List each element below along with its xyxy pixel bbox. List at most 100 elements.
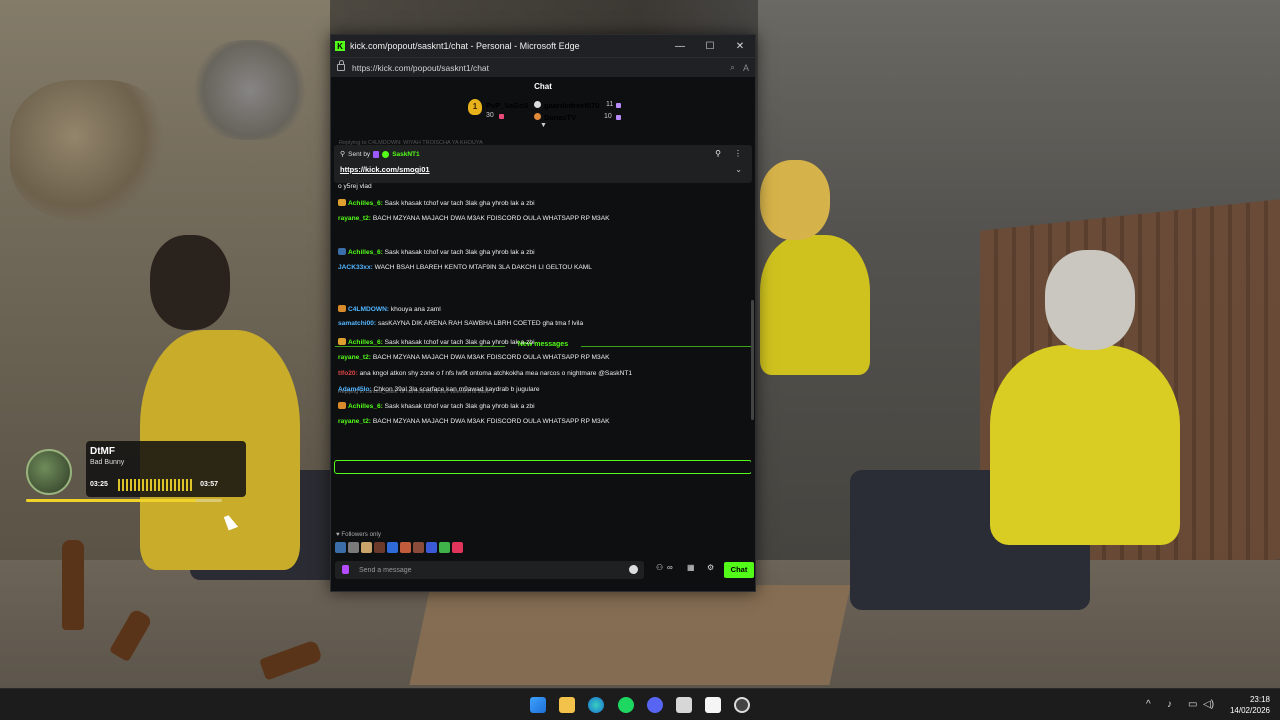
window-title: kick.com/popout/sasknt1/chat - Personal … [350,41,580,51]
edge-icon[interactable] [588,697,604,713]
chat-username[interactable]: Adam45lo: [338,386,372,393]
emote-icon[interactable] [361,542,372,553]
chat-message-text: Sask khasak tchof var tach 3lak gha yhro… [382,403,535,410]
chat-username[interactable]: rayane_t2: [338,418,371,425]
chat-message[interactable]: C4LMDOWN: khouya ana zaml [338,305,746,314]
chat-message[interactable]: o y5rej vlad [338,183,746,191]
chat-scrollbar[interactable] [751,300,754,420]
microphone-icon[interactable]: ♪ [1167,699,1172,710]
chat-message[interactable]: samatchi00: sasKAYNA DIK ARENA RAH SAWBH… [338,320,746,328]
chat-message[interactable]: Achilles_6: Sask khasak tchof var tach 3… [338,199,746,208]
emote-icon[interactable] [426,542,437,553]
minimize-button[interactable]: — [665,41,695,52]
chat-username[interactable]: Achilles_6: [348,249,383,256]
volume-icon[interactable]: ◁) [1203,699,1214,710]
settings-gear-icon[interactable]: ⚙ [707,563,714,572]
send-chat-button[interactable]: Chat [724,562,754,578]
emote-icon[interactable] [374,542,385,553]
chat-username[interactable]: samatchi00: [338,320,376,327]
chat-message[interactable]: Achilles_6: Sask khasak tchof var tach 3… [338,248,746,257]
pin-icon: ⚲ [340,151,346,158]
chat-message[interactable]: Adam45lo: Chkon 39al 3la scarface kan m9… [338,386,746,394]
network-icon[interactable]: ▭ [1188,699,1197,710]
spotify-icon[interactable] [618,697,634,713]
emote-icon[interactable] [335,542,346,553]
message-input[interactable] [359,561,619,579]
unpin-icon[interactable]: ⚲ [715,149,721,158]
emote-icon[interactable] [400,542,411,553]
chat-username[interactable]: Achilles_6: [348,403,383,410]
url-text[interactable]: https://kick.com/popout/sasknt1/chat [352,63,722,73]
album-art [26,449,72,495]
emote-icon[interactable] [413,542,424,553]
start-icon[interactable] [530,697,546,713]
chat-message[interactable]: tlfo20: ana kngol atkon shy zone o f nfs… [338,370,746,378]
lock-icon[interactable] [337,60,345,71]
chat-username[interactable]: Achilles_6: [348,200,383,207]
chat-message-text: BACH MZYANA MAJACH DWA M3AK FDISCORD OUL… [371,354,610,361]
gem-icon [616,103,621,108]
user-badge-icon [342,565,349,574]
gift-icon[interactable]: ▦ [687,563,695,572]
chat-message-text: WACH BSAH LBAREH KENTO MTAF9IN 3LA DAKCH… [372,264,592,271]
leaderboard-name[interactable]: PvP_VaGoS [486,101,529,110]
mention-highlight [334,460,751,474]
chat-username[interactable]: C4LMDOWN: [348,306,389,313]
chat-messages[interactable]: New messages Replying to Landos_wask: ta… [331,183,751,523]
file-explorer-icon[interactable] [559,697,575,713]
more-options-icon[interactable]: ⋮ [734,149,742,158]
maximize-button[interactable]: ☐ [695,41,725,52]
clip-icon[interactable]: ∞ [667,563,673,572]
badge-emote-icon [338,338,346,345]
read-aloud-icon[interactable]: A [743,63,749,73]
chat-message[interactable]: JACK33xx: WACH BSAH LBAREH KENTO MTAF9IN… [338,264,746,272]
chat-message-text: BACH MZYANA MAJACH DWA M3AK FDISCORD OUL… [371,215,610,222]
chat-message[interactable]: Achilles_6: Sask khasak tchof var tach 3… [338,338,746,347]
emote-icon[interactable] [387,542,398,553]
capcut-icon[interactable] [705,697,721,713]
raid-icon[interactable]: ⚇ [656,563,663,572]
leaderboard-name[interactable]: DanasTV [544,113,576,122]
message-composer[interactable] [335,561,644,579]
sent-by-label: Sent by [348,150,371,158]
chat-message-text: BACH MZYANA MAJACH DWA M3AK FDISCORD OUL… [371,418,610,425]
pinned-sender[interactable]: SaskNT1 [392,151,419,158]
store-icon[interactable] [676,697,692,713]
chat-username[interactable]: JACK33xx: [338,264,373,271]
chat-username[interactable]: rayane_t2: [338,354,371,361]
chat-message[interactable]: rayane_t2: BACH MZYANA MAJACH DWA M3AK F… [338,215,746,223]
leaderboard-name[interactable]: gaardedreef070 [544,101,599,110]
zoom-icon[interactable]: ⌕ [730,62,735,73]
app-icon[interactable] [734,697,750,713]
emote-icon[interactable] [348,542,359,553]
rank-badge-icon: 1 [468,99,482,115]
chat-message[interactable]: rayane_t2: BACH MZYANA MAJACH DWA M3AK F… [338,418,746,426]
chat-username[interactable]: rayane_t2: [338,215,371,222]
expand-pinned-chevron-icon[interactable]: ⌄ [735,165,742,174]
clock-date: 14/02/2026 [1229,706,1270,715]
chat-message-text: o y5rej vlad [338,183,372,190]
character-center [760,235,870,375]
title-bar[interactable]: K kick.com/popout/sasknt1/chat - Persona… [331,35,755,57]
expand-leaderboard-icon[interactable]: ▼ [540,122,547,129]
chat-message[interactable]: Achilles_6: Sask khasak tchof var tach 3… [338,402,746,411]
chat-message[interactable]: rayane_t2: BACH MZYANA MAJACH DWA M3AK F… [338,354,746,362]
chat-message-text: Chkon 39al 3la scarface kan m9awad kaydr… [371,386,540,393]
gift-leaderboard: 1 PvP_VaGoS 30 gaardedreef070 11 DanasTV… [331,97,755,131]
chat-username[interactable]: tlfo20: [338,370,358,377]
tray-overflow-chevron-icon[interactable]: ^ [1146,699,1151,710]
system-clock[interactable]: 23:18 14/02/2026 [1230,694,1270,716]
emote-icon[interactable] [452,542,463,553]
track-progress-bar[interactable] [26,499,222,502]
pinned-message[interactable]: ⚲ Sent by SaskNT1 https://kick.com/smogi… [334,145,752,183]
chat-username[interactable]: Achilles_6: [348,339,383,346]
address-bar[interactable]: https://kick.com/popout/sasknt1/chat ⌕ A [331,57,755,77]
emoji-icon[interactable] [629,565,638,574]
pinned-header: ⚲ Sent by SaskNT1 [340,150,420,158]
pinned-link[interactable]: https://kick.com/smogi01 [340,165,430,174]
close-button[interactable]: ✕ [725,41,755,52]
media-player-widget[interactable]: DtMF Bad Bunny 03:25 03:57 [22,441,246,502]
emote-icon[interactable] [439,542,450,553]
emote-quick-bar[interactable] [335,542,463,554]
discord-icon[interactable] [647,697,663,713]
